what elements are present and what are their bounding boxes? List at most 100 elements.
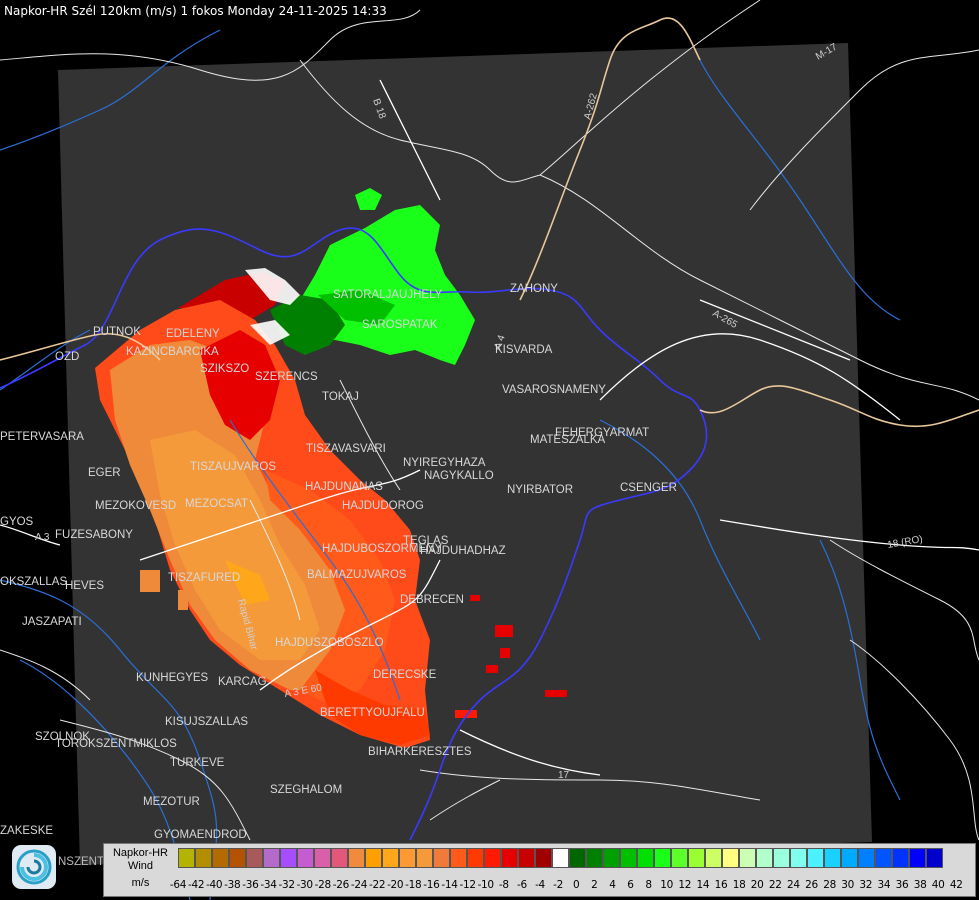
- legend-swatch: [552, 848, 569, 868]
- legend-swatch: [671, 848, 688, 868]
- road-label-a3: A 3: [35, 532, 50, 543]
- place-label: TOROKSZENTMIKLOS: [55, 738, 177, 750]
- place-label: KAZINCBARCIKA: [126, 346, 219, 358]
- place-label: MEZOCSAT: [185, 498, 248, 510]
- place-label: EDELENY: [166, 328, 220, 340]
- legend-swatch: [841, 848, 858, 868]
- legend-swatch: [212, 848, 229, 868]
- legend-swatch: [195, 848, 212, 868]
- place-label: DEBRECEN: [400, 594, 464, 606]
- road-label-17: 17: [558, 770, 570, 781]
- logo-text: NSZENT: [58, 856, 104, 868]
- place-label: KARCAG: [218, 676, 267, 688]
- legend-swatch: [382, 848, 399, 868]
- place-label: KISVARDA: [495, 344, 553, 356]
- legend-swatch: [433, 848, 450, 868]
- legend-swatch: [756, 848, 773, 868]
- place-label: BIHARKERESZTES: [368, 746, 472, 758]
- place-label: VASAROSNAMENY: [502, 384, 606, 396]
- legend-swatch: [773, 848, 790, 868]
- legend-swatches: [178, 848, 943, 868]
- place-label: TURKEVE: [170, 757, 225, 769]
- legend-swatch: [586, 848, 603, 868]
- legend-swatch: [178, 848, 195, 868]
- legend-swatch: [399, 848, 416, 868]
- legend-swatch: [569, 848, 586, 868]
- legend-swatch: [297, 848, 314, 868]
- place-label: HAJDUNANAS: [305, 481, 383, 493]
- place-label: OZD: [55, 351, 79, 363]
- place-label: TISZAFURED: [168, 572, 240, 584]
- place-label: HAJDUDOROG: [342, 500, 424, 512]
- legend-swatch: [348, 848, 365, 868]
- place-label: MEZOTUR: [143, 796, 200, 808]
- place-label: PUTNOK: [93, 326, 141, 338]
- place-label: MEZOKOVESD: [95, 500, 176, 512]
- place-label: JASZAPATI: [22, 616, 82, 628]
- place-label: GYOMAENDROD: [154, 829, 247, 841]
- place-label: SZEGHALOM: [270, 784, 342, 796]
- napkor-swirl-logo-icon: [12, 845, 56, 889]
- place-label: GYOS: [0, 516, 34, 528]
- legend-swatch: [858, 848, 875, 868]
- header-title: Napkor-HR Szél 120km (m/s) 1 fokos Monda…: [4, 4, 387, 18]
- place-label: SATORALJAUJHELY: [333, 289, 443, 301]
- place-label: TOKAJ: [322, 391, 359, 403]
- legend-swatch: [875, 848, 892, 868]
- place-label: SZERENCS: [255, 371, 318, 383]
- place-label: NYIREGYHAZA: [403, 457, 486, 469]
- legend-swatch: [518, 848, 535, 868]
- legend-swatch: [263, 848, 280, 868]
- place-label: NAGYKALLO: [424, 470, 494, 482]
- legend-swatch: [365, 848, 382, 868]
- legend-swatch: [280, 848, 297, 868]
- place-label: ZAHONY: [510, 283, 558, 295]
- legend-tick-label: 42: [949, 879, 963, 891]
- legend-swatch: [824, 848, 841, 868]
- place-label: TISZAVASVARI: [306, 443, 386, 455]
- place-label: HAJDUSZOBOSZLO: [275, 637, 384, 649]
- legend-swatch: [637, 848, 654, 868]
- legend-swatch: [603, 848, 620, 868]
- legend-swatch: [229, 848, 246, 868]
- place-label: BALMAZUJVAROS: [307, 569, 407, 581]
- legend-swatch: [484, 848, 501, 868]
- legend-ticks: -64 -42 -40 -38 -36 -34 -32 -30 -28 -26 -24 -22 -20-…: [170, 878, 975, 892]
- place-label: PETERVASARA: [0, 431, 84, 443]
- legend-swatch: [654, 848, 671, 868]
- legend-title-line1: Napkor-HR: [112, 847, 168, 859]
- legend-swatch: [331, 848, 348, 868]
- legend-swatch: [739, 848, 756, 868]
- place-label: BERETTYOUJFALU: [320, 707, 425, 719]
- legend-swatch: [450, 848, 467, 868]
- legend-swatch: [620, 848, 637, 868]
- place-label: EGER: [88, 467, 121, 479]
- legend-swatch: [926, 848, 943, 868]
- wind-legend: Napkor-HR Wind m/s -64 -42 -40 -38 -36 -34 -32…: [103, 843, 976, 897]
- place-label: SAROSPATAK: [362, 319, 438, 331]
- place-label: TEGLAS: [403, 535, 449, 547]
- legend-swatch: [416, 848, 433, 868]
- legend-swatch: [246, 848, 263, 868]
- legend-swatch: [705, 848, 722, 868]
- radar-map: B 18 A-262 M-17 A-265 18 (RO) A 3 17 A 4…: [0, 0, 979, 900]
- place-label: KISUJSZALLAS: [165, 716, 248, 728]
- legend-swatch: [314, 848, 331, 868]
- place-label: HEVES: [65, 580, 104, 592]
- place-label: FUZESABONY: [55, 529, 133, 541]
- place-label: MATESZALKA: [530, 434, 606, 446]
- legend-swatch: [467, 848, 484, 868]
- place-label: KUNHEGYES: [136, 672, 209, 684]
- legend-swatch: [790, 848, 807, 868]
- place-label: TISZAUJVAROS: [190, 461, 276, 473]
- place-label: OKSZALLAS: [0, 576, 67, 588]
- road-label-18ro: 18 (RO): [887, 534, 924, 551]
- legend-swatch: [807, 848, 824, 868]
- place-label: CSENGER: [620, 482, 677, 494]
- legend-title-line2: Wind: [127, 860, 154, 872]
- place-label: NYIRBATOR: [507, 484, 573, 496]
- legend-swatch: [722, 848, 739, 868]
- place-label: ZAKESKE: [0, 825, 53, 837]
- legend-swatch: [892, 848, 909, 868]
- place-label: SZIKSZO: [200, 363, 249, 375]
